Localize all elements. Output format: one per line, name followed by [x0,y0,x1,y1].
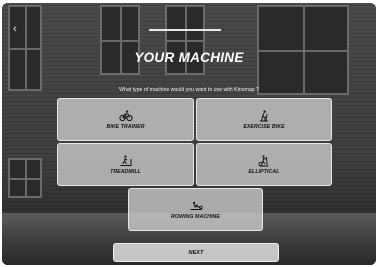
machine-card-exercise-bike[interactable]: EXERCISE BIKE [196,98,332,141]
machine-card-bike-trainer[interactable]: BIKE TRAINER [57,98,194,141]
next-button[interactable]: NEXT [113,243,279,262]
chevron-left-icon: ‹ [13,23,17,35]
machine-card-label: EXERCISE BIKE [243,123,285,130]
machine-card-label: BIKE TRAINER [106,123,145,130]
background-window [8,5,42,91]
bike-trainer-icon [118,110,133,121]
page-title: YOUR MACHINE [134,50,244,65]
treadmill-icon [120,154,131,166]
machine-card-label: ROWING MACHINE [171,213,220,220]
elliptical-icon [258,154,269,166]
machine-card-rowing-machine[interactable]: ROWING MACHINE [128,188,263,231]
background-window [8,158,42,198]
page-subtitle: What type of machine would you want to u… [119,87,259,93]
machine-card-label: ELLIPTICAL [248,168,280,175]
progress-line [149,29,221,31]
rowing-machine-icon [190,201,203,210]
machine-card-label: TREADMILL [110,168,141,175]
machine-card-elliptical[interactable]: ELLIPTICAL [196,143,332,186]
exercise-bike-icon [260,110,268,121]
app-screen: ‹ YOUR MACHINE What type of machine woul… [2,3,376,265]
back-button[interactable]: ‹ [13,23,25,35]
machine-card-treadmill[interactable]: TREADMILL [57,143,194,186]
